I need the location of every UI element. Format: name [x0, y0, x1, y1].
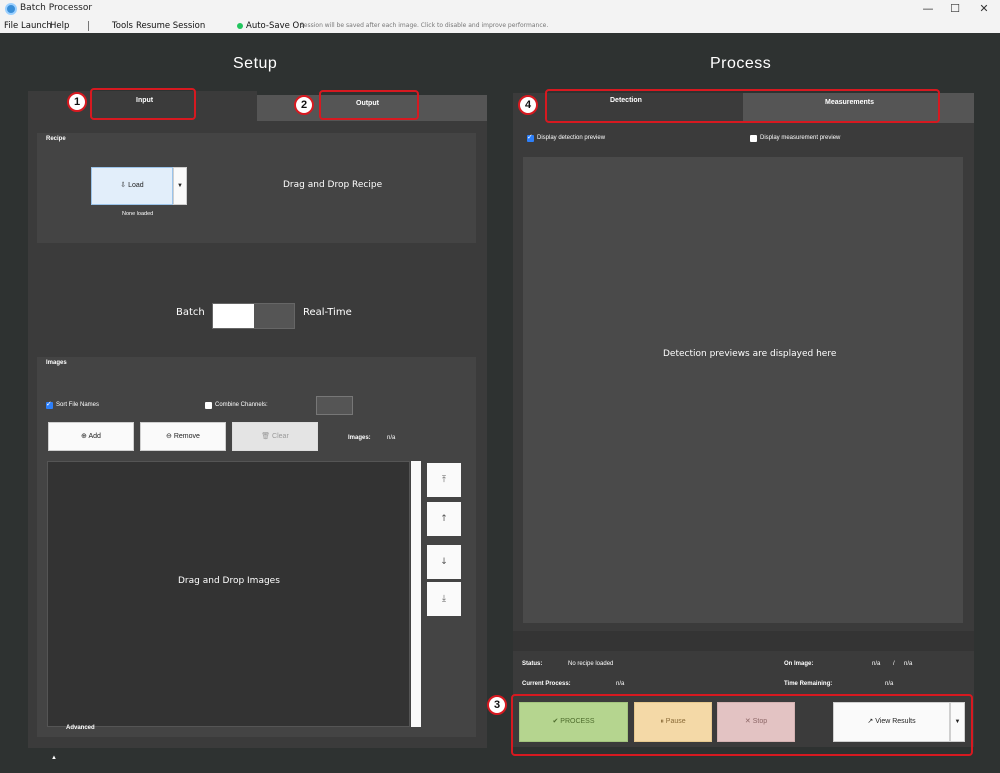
callout-3-badge: 3	[487, 695, 507, 715]
app-icon	[5, 3, 17, 15]
on-image-label: On Image:	[784, 661, 814, 667]
move-up-button[interactable]: ↑	[427, 502, 461, 536]
recipe-status: None loaded	[122, 211, 154, 217]
combine-channels-checkbox[interactable]	[205, 402, 212, 409]
remove-icon: ⊖	[166, 433, 174, 440]
process-panel: Detection Measurements Display detection…	[513, 93, 974, 747]
sort-file-names-checkbox[interactable]	[46, 400, 53, 409]
display-detection-label: Display detection preview	[537, 135, 606, 141]
images-label: Images	[46, 360, 67, 366]
time-remaining-label: Time Remaining:	[784, 681, 833, 687]
status-value: No recipe loaded	[568, 661, 614, 667]
time-remaining-value: n/a	[885, 681, 894, 687]
detection-preview-area: Detection previews are displayed here	[523, 157, 963, 623]
callout-4-box	[545, 89, 940, 123]
mode-batch-label: Batch	[176, 307, 205, 318]
menu-resume-session[interactable]: Resume Session	[136, 21, 205, 31]
menu-bar: File Launch Help Tools Resume Session Au…	[0, 19, 1000, 33]
load-recipe-dropdown[interactable]: ▼	[173, 167, 187, 205]
detection-preview-text: Detection previews are displayed here	[663, 349, 837, 359]
recipe-drop-zone[interactable]: Drag and Drop Recipe	[283, 180, 382, 190]
close-button[interactable]: ✕	[970, 1, 998, 17]
advanced-caret-icon[interactable]: ▲	[51, 755, 57, 761]
callout-1-badge: 1	[67, 92, 87, 112]
setup-heading: Setup	[233, 55, 278, 72]
autosave-toggle[interactable]: Auto-Save On	[246, 21, 305, 31]
title-bar: Batch Processor — ☐ ✕	[0, 0, 1000, 19]
recipe-label: Recipe	[46, 136, 66, 142]
images-count-value: n/a	[387, 435, 396, 441]
on-image-separator: /	[893, 661, 895, 667]
arrow-up-icon: ↑	[440, 514, 448, 524]
load-icon: ⇩	[120, 182, 129, 189]
recipe-section: Recipe ⇩ Load ▼ None loaded Drag and Dro…	[37, 133, 476, 243]
on-image-total: n/a	[904, 661, 913, 667]
autosave-status-icon	[237, 23, 243, 29]
display-detection-checkbox[interactable]	[527, 133, 534, 142]
clear-images-button[interactable]: 🗑 Clear	[232, 422, 318, 451]
process-heading: Process	[710, 55, 772, 72]
caret-down-icon: ▼	[177, 183, 183, 189]
setup-panel: Recipe ⇩ Load ▼ None loaded Drag and Dro…	[28, 121, 487, 761]
callout-4-badge: 4	[518, 95, 538, 115]
display-measurement-label: Display measurement preview	[760, 135, 841, 141]
current-process-value: n/a	[616, 681, 625, 687]
menu-launch[interactable]: Launch	[21, 21, 52, 31]
trash-icon: 🗑	[261, 433, 273, 440]
callout-2-badge: 2	[294, 95, 314, 115]
image-drop-zone[interactable]: Drag and Drop Images	[47, 461, 410, 727]
current-process-label: Current Process:	[522, 681, 571, 687]
autosave-note: Session will be saved after each image. …	[300, 22, 549, 29]
combine-channels-label: Combine Channels:	[215, 402, 268, 408]
callout-3-box	[511, 694, 973, 756]
move-to-top-button[interactable]: ⤒	[427, 463, 461, 497]
menu-separator	[88, 21, 89, 31]
mode-realtime-label: Real-Time	[303, 307, 352, 318]
callout-2-box	[319, 90, 419, 120]
image-drop-text: Drag and Drop Images	[178, 576, 280, 586]
clear-button-label: Clear	[272, 433, 289, 440]
remove-button-label: Remove	[173, 433, 200, 440]
menu-tools[interactable]: Tools	[112, 21, 133, 31]
menu-file[interactable]: File	[4, 21, 18, 31]
remove-images-button[interactable]: ⊖ Remove	[140, 422, 226, 451]
minimize-button[interactable]: —	[914, 1, 942, 17]
status-label: Status:	[522, 661, 543, 667]
process-progress-strip	[513, 631, 974, 651]
combine-channels-input[interactable]	[316, 396, 353, 415]
load-button-label: Load	[128, 182, 144, 189]
move-down-button[interactable]: ↓	[427, 545, 461, 579]
images-count-label: Images:	[348, 435, 371, 441]
menu-help[interactable]: Help	[50, 21, 69, 31]
main-area: Setup Input Output Recipe ⇩ Load ▼ None …	[0, 33, 1000, 773]
sort-file-names-label: Sort File Names	[56, 402, 100, 408]
callout-1-box	[90, 88, 196, 120]
load-recipe-button[interactable]: ⇩ Load	[91, 167, 173, 205]
arrow-down-icon: ↓	[440, 557, 448, 567]
on-image-value: n/a	[872, 661, 881, 667]
mode-toggle[interactable]	[212, 303, 295, 329]
add-images-button[interactable]: ⊕ Add	[48, 422, 134, 451]
image-list-scrollbar[interactable]	[411, 461, 421, 727]
move-to-bottom-button[interactable]: ⤓	[427, 582, 461, 616]
images-section: Images Sort File Names Combine Channels:…	[37, 357, 476, 737]
arrow-to-top-icon: ⤒	[442, 475, 446, 485]
window-title: Batch Processor	[20, 3, 93, 13]
advanced-toggle[interactable]: Advanced	[66, 725, 95, 731]
mode-toggle-knob	[213, 304, 254, 328]
maximize-button[interactable]: ☐	[941, 1, 969, 17]
add-button-label: Add	[88, 433, 101, 440]
display-measurement-checkbox[interactable]	[750, 135, 757, 142]
arrow-to-bottom-icon: ⤓	[442, 594, 446, 604]
